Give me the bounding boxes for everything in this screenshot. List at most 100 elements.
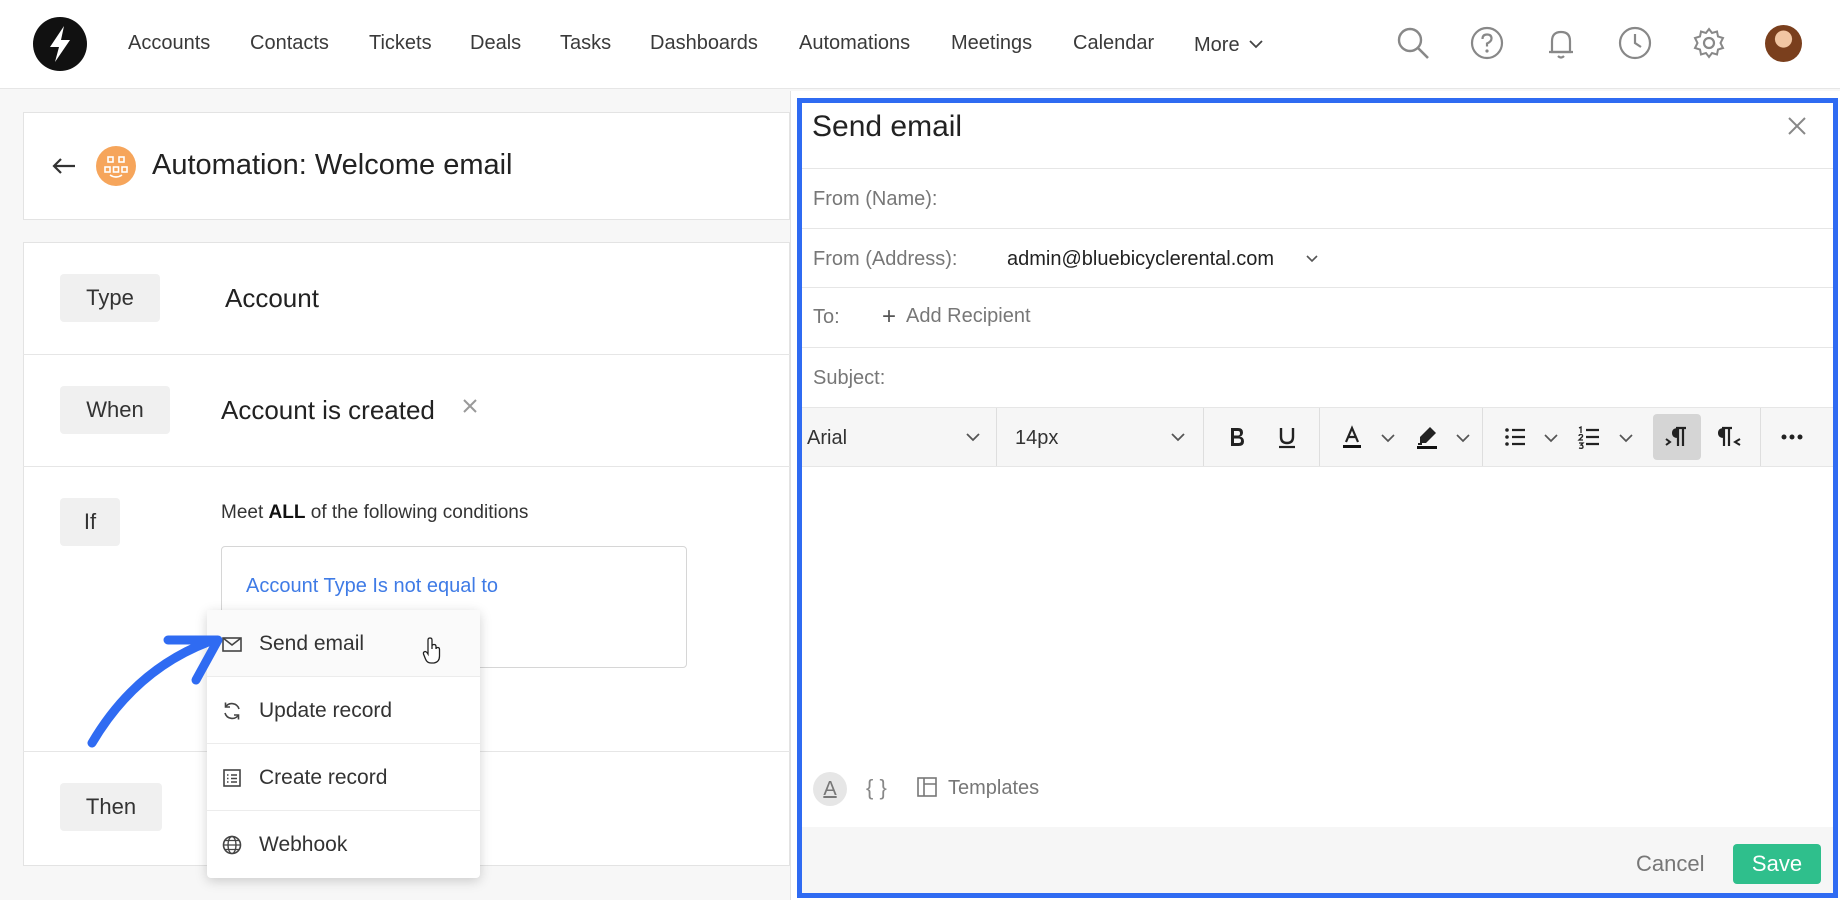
menu-item-label: Send email bbox=[259, 632, 365, 655]
back-arrow-icon[interactable] bbox=[51, 153, 77, 179]
nav-accounts[interactable]: Accounts bbox=[128, 32, 210, 55]
save-button[interactable]: Save bbox=[1733, 844, 1821, 884]
rtl-paragraph-icon bbox=[1718, 426, 1741, 446]
chevron-down-icon[interactable] bbox=[1618, 430, 1634, 446]
globe-icon bbox=[221, 834, 243, 856]
ltr-paragraph-icon bbox=[1665, 426, 1686, 446]
annotation-arrow-icon bbox=[80, 630, 230, 750]
meet-suffix: of the following conditions bbox=[310, 502, 529, 523]
condition-link[interactable]: Account Type Is not equal to bbox=[246, 575, 498, 598]
toolbar-divider bbox=[1203, 408, 1204, 466]
chevron-down-icon bbox=[964, 428, 982, 446]
condition-mode-text: Meet ALL of the following conditions bbox=[221, 502, 528, 524]
subject-input[interactable] bbox=[900, 358, 1820, 396]
when-label: When bbox=[60, 386, 170, 434]
bell-icon[interactable] bbox=[1543, 25, 1579, 61]
nav-contacts[interactable]: Contacts bbox=[250, 32, 329, 55]
from-address-value: admin@bluebicyclerental.com bbox=[1007, 248, 1275, 270]
chevron-down-icon[interactable] bbox=[1455, 430, 1471, 446]
drawer-title: Send email bbox=[812, 110, 963, 143]
nav-more-label: More bbox=[1194, 34, 1240, 56]
field-divider bbox=[802, 347, 1833, 348]
add-recipient-label: Add Recipient bbox=[906, 305, 1031, 327]
bullet-list-button[interactable] bbox=[1491, 414, 1539, 460]
subject-label: Subject: bbox=[813, 367, 886, 389]
from-name-input[interactable] bbox=[950, 180, 1820, 216]
meet-prefix: Meet bbox=[221, 502, 264, 523]
menu-item-label: Create record bbox=[259, 766, 388, 789]
then-label: Then bbox=[60, 783, 162, 831]
bullet-list-icon bbox=[1505, 428, 1525, 446]
nav-tasks[interactable]: Tasks bbox=[560, 32, 611, 55]
font-family-select[interactable]: Arial bbox=[802, 408, 996, 466]
menu-item-update-record[interactable]: Update record bbox=[207, 677, 480, 744]
nav-calendar[interactable]: Calendar bbox=[1073, 32, 1154, 55]
rtl-direction-button[interactable] bbox=[1705, 414, 1753, 460]
nav-dashboards[interactable]: Dashboards bbox=[650, 32, 758, 55]
text-color-icon bbox=[1343, 425, 1361, 448]
automation-icon bbox=[96, 146, 136, 186]
toolbar-divider bbox=[1482, 408, 1483, 466]
text-color-button[interactable] bbox=[1328, 414, 1376, 460]
text-format-button[interactable]: A bbox=[813, 772, 847, 806]
nav-more-menu[interactable]: More bbox=[1194, 32, 1264, 57]
remove-trigger-close-icon[interactable] bbox=[461, 397, 479, 415]
field-divider bbox=[802, 228, 1833, 229]
automation-title: Automation: Welcome email bbox=[152, 149, 513, 181]
row-divider bbox=[23, 354, 790, 355]
numbered-list-button[interactable] bbox=[1565, 414, 1613, 460]
user-avatar[interactable] bbox=[1765, 25, 1802, 62]
templates-label: Templates bbox=[948, 777, 1040, 799]
underline-icon bbox=[1279, 428, 1295, 449]
nav-tickets[interactable]: Tickets bbox=[369, 32, 432, 55]
menu-item-webhook[interactable]: Webhook bbox=[207, 811, 480, 878]
more-horizontal-icon bbox=[1781, 434, 1803, 440]
app-logo-icon[interactable] bbox=[33, 17, 87, 71]
font-size-select[interactable]: 14px bbox=[997, 408, 1203, 466]
more-options-button[interactable] bbox=[1768, 414, 1816, 460]
field-divider bbox=[802, 168, 1833, 169]
highlight-color-button[interactable] bbox=[1403, 414, 1451, 460]
bold-button[interactable] bbox=[1213, 414, 1261, 460]
clock-icon[interactable] bbox=[1617, 25, 1653, 61]
chevron-down-icon[interactable] bbox=[1543, 430, 1559, 446]
toolbar-divider bbox=[1319, 408, 1320, 466]
font-family-value: Arial bbox=[807, 427, 848, 449]
font-size-value: 14px bbox=[1015, 427, 1059, 449]
underline-button[interactable] bbox=[1263, 414, 1311, 460]
numbered-list-icon bbox=[1577, 425, 1599, 449]
nav-meetings[interactable]: Meetings bbox=[951, 32, 1032, 55]
nav-deals[interactable]: Deals bbox=[470, 32, 521, 55]
type-value[interactable]: Account bbox=[225, 283, 319, 314]
ltr-direction-button[interactable] bbox=[1653, 414, 1701, 460]
email-body-editor[interactable] bbox=[802, 468, 1833, 826]
highlighter-icon bbox=[1417, 427, 1437, 449]
nav-automations[interactable]: Automations bbox=[799, 32, 910, 55]
insert-variable-button[interactable]: { } bbox=[866, 775, 887, 801]
chevron-down-icon bbox=[1169, 428, 1187, 446]
search-icon[interactable] bbox=[1395, 25, 1431, 61]
from-address-select[interactable]: admin@bluebicyclerental.com bbox=[1005, 240, 1335, 276]
when-value[interactable]: Account is created bbox=[221, 395, 435, 426]
field-divider bbox=[802, 287, 1833, 288]
menu-item-create-record[interactable]: Create record bbox=[207, 744, 480, 811]
from-address-label: From (Address): bbox=[813, 248, 958, 270]
template-icon bbox=[916, 776, 938, 798]
if-label: If bbox=[60, 498, 120, 546]
close-icon[interactable] bbox=[1786, 115, 1808, 137]
record-list-icon bbox=[221, 767, 243, 789]
templates-button[interactable]: Templates bbox=[916, 776, 1039, 800]
type-label: Type bbox=[60, 274, 160, 322]
help-icon[interactable] bbox=[1469, 25, 1505, 61]
bold-icon bbox=[1231, 428, 1244, 446]
cancel-button[interactable]: Cancel bbox=[1636, 851, 1704, 877]
chevron-down-icon[interactable] bbox=[1380, 430, 1396, 446]
gear-icon[interactable] bbox=[1691, 25, 1727, 61]
chevron-down-icon bbox=[1305, 252, 1319, 266]
menu-item-label: Update record bbox=[259, 699, 393, 722]
meet-mode[interactable]: ALL bbox=[269, 502, 306, 523]
add-recipient-button[interactable]: + Add Recipient bbox=[882, 303, 1031, 331]
toolbar-divider bbox=[1760, 408, 1761, 466]
row-divider bbox=[23, 466, 790, 467]
chevron-down-icon bbox=[1248, 32, 1264, 55]
